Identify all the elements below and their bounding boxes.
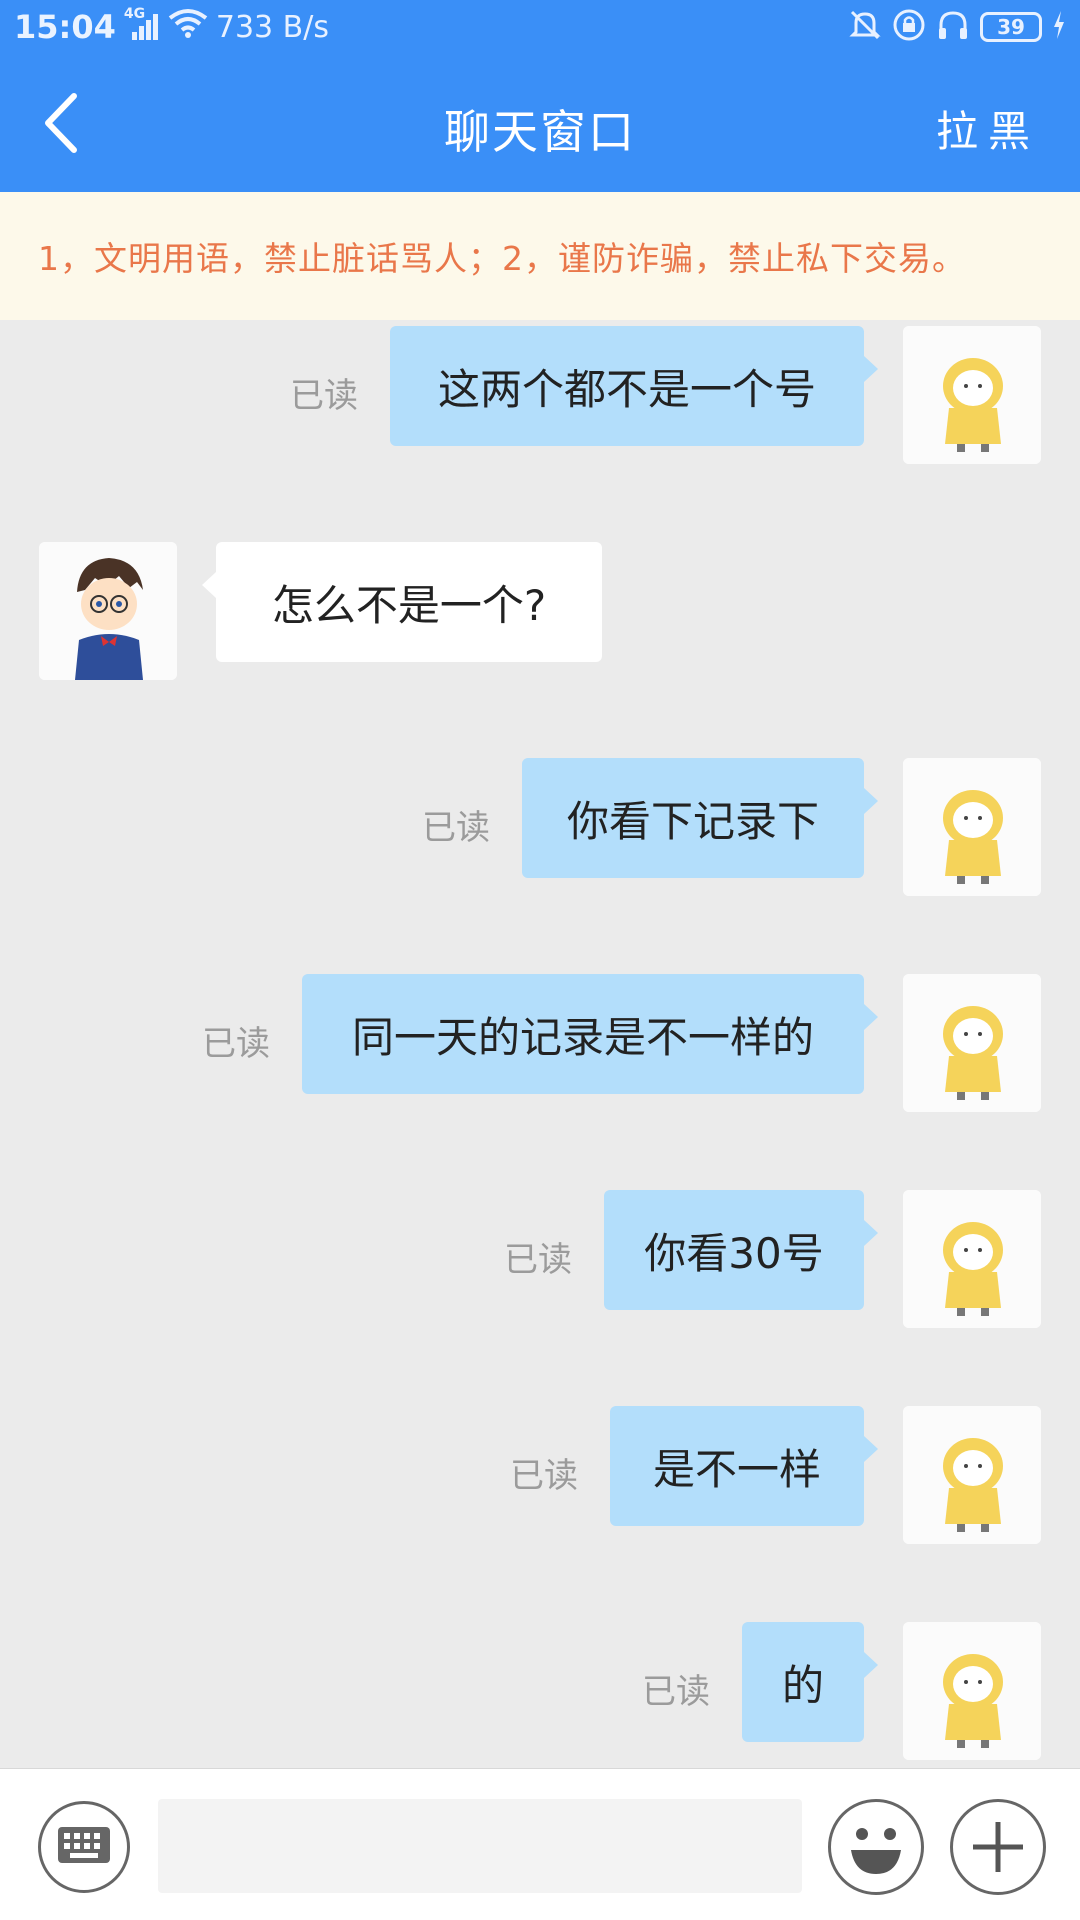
read-receipt: 已读 xyxy=(510,1456,578,1496)
chat-input-bar xyxy=(0,1768,1080,1920)
battery-level: 39 xyxy=(997,15,1025,39)
bubble-tail xyxy=(202,572,216,598)
read-receipt: 已读 xyxy=(202,1024,270,1064)
raincoat-character-icon xyxy=(903,1622,1041,1760)
my-avatar[interactable] xyxy=(903,1406,1041,1544)
charging-icon xyxy=(1052,10,1066,44)
read-receipt: 已读 xyxy=(642,1672,710,1712)
raincoat-character-icon xyxy=(903,974,1041,1112)
message-input[interactable] xyxy=(158,1799,802,1893)
contact-avatar[interactable] xyxy=(39,542,177,680)
bubble-tail xyxy=(864,788,878,814)
raincoat-character-icon xyxy=(903,326,1041,464)
keyboard-toggle-button[interactable] xyxy=(38,1801,130,1893)
message-bubble-sent[interactable]: 的 xyxy=(742,1622,878,1742)
keyboard-icon xyxy=(56,1825,112,1869)
read-receipt: 已读 xyxy=(422,808,490,848)
top-bar: 15:04 4G 733 B/s 39 聊天窗口 拉黑 xyxy=(0,0,1080,192)
battery-icon: 39 xyxy=(980,12,1042,42)
headphones-icon xyxy=(936,8,970,46)
my-avatar[interactable] xyxy=(903,1622,1041,1760)
raincoat-character-icon xyxy=(903,1190,1041,1328)
read-receipt: 已读 xyxy=(290,376,358,416)
message-bubble-sent[interactable]: 同一天的记录是不一样的 xyxy=(302,974,878,1094)
raincoat-character-icon xyxy=(903,758,1041,896)
read-receipt: 已读 xyxy=(504,1240,572,1280)
smiley-icon xyxy=(851,1828,901,1874)
block-button[interactable]: 拉黑 xyxy=(936,98,1040,159)
message-bubble-sent[interactable]: 是不一样 xyxy=(610,1406,878,1526)
message-text: 的 xyxy=(781,1660,824,1710)
my-avatar[interactable] xyxy=(903,758,1041,896)
lock-rotation-icon xyxy=(892,8,926,46)
bubble-tail xyxy=(864,1220,878,1246)
status-bar: 15:04 4G 733 B/s 39 xyxy=(0,0,1080,56)
bubble-tail xyxy=(864,1004,878,1030)
bubble-tail xyxy=(864,1436,878,1462)
my-avatar[interactable] xyxy=(903,326,1041,464)
message-bubble-sent[interactable]: 你看30号 xyxy=(604,1190,878,1310)
cellular-signal-icon: 4G xyxy=(124,6,160,42)
network-type: 4G xyxy=(123,6,146,22)
message-text: 是不一样 xyxy=(652,1444,821,1494)
message-text: 同一天的记录是不一样的 xyxy=(351,1012,814,1062)
message-text: 怎么不是一个? xyxy=(271,580,547,630)
message-bubble-received[interactable]: 怎么不是一个? xyxy=(202,542,602,662)
message-text: 你看下记录下 xyxy=(566,796,819,846)
my-avatar[interactable] xyxy=(903,1190,1041,1328)
message-text: 你看30号 xyxy=(644,1228,824,1278)
raincoat-character-icon xyxy=(903,1406,1041,1544)
wifi-icon xyxy=(168,8,208,46)
network-speed: 733 B/s xyxy=(215,9,329,45)
notice-banner: 1，文明用语，禁止脏话骂人；2，谨防诈骗，禁止私下交易。 xyxy=(0,192,1080,320)
my-avatar[interactable] xyxy=(903,974,1041,1112)
bubble-tail xyxy=(864,1652,878,1678)
status-right: 39 xyxy=(848,8,1066,46)
message-text: 这两个都不是一个号 xyxy=(437,364,816,414)
status-time: 15:04 xyxy=(14,8,116,46)
notice-text: 1，文明用语，禁止脏话骂人；2，谨防诈骗，禁止私下交易。 xyxy=(38,239,966,278)
more-button[interactable] xyxy=(950,1799,1046,1895)
plus-icon xyxy=(973,1822,1023,1872)
status-left: 15:04 4G 733 B/s xyxy=(14,6,329,46)
bubble-tail xyxy=(864,356,878,382)
message-bubble-sent[interactable]: 这两个都不是一个号 xyxy=(390,326,878,446)
page-title: 聊天窗口 xyxy=(444,105,636,159)
cartoon-boy-icon xyxy=(39,542,177,680)
bell-muted-icon xyxy=(848,8,882,46)
message-bubble-sent[interactable]: 你看下记录下 xyxy=(522,758,878,878)
emoji-button[interactable] xyxy=(828,1799,924,1895)
